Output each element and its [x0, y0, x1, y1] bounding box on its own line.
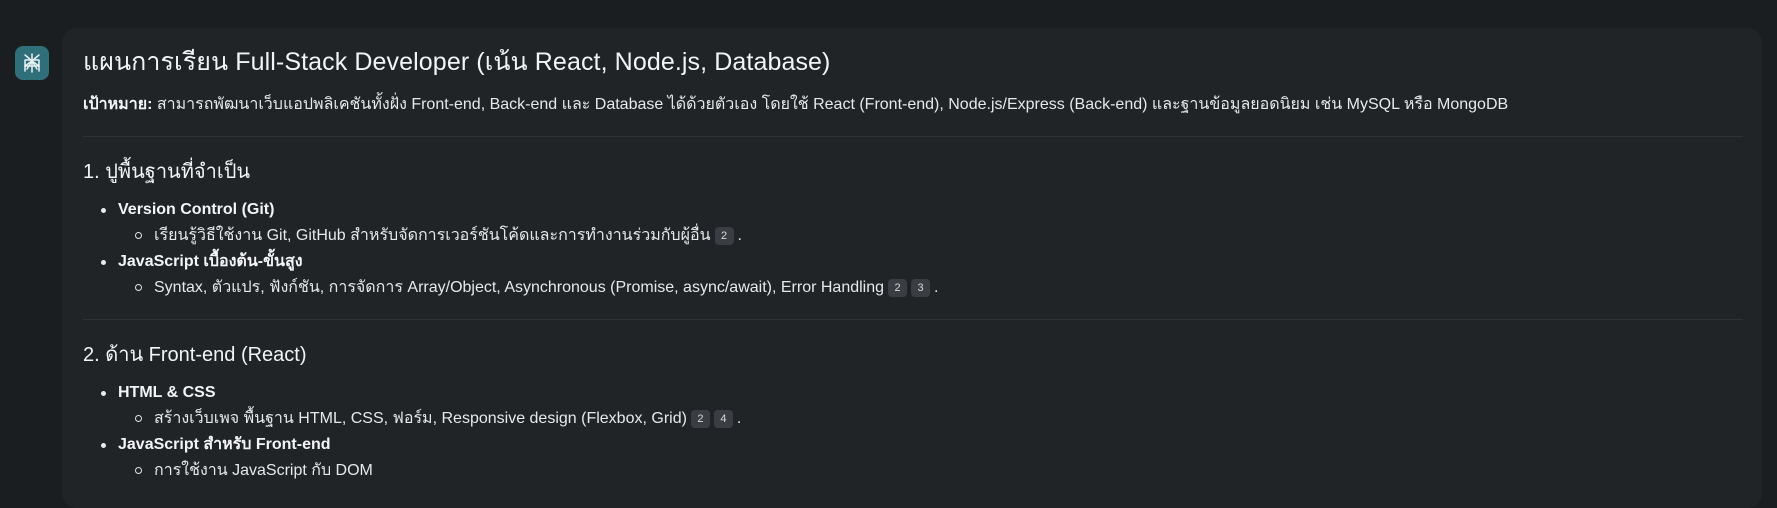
sub-list-item: Syntax, ตัวแปร, ฟังก์ชัน, การจัดการ Arra… [118, 275, 1743, 301]
sub-list-item-text: Syntax, ตัวแปร, ฟังก์ชัน, การจัดการ Arra… [154, 279, 885, 296]
sub-list-item: สร้างเว็บเพจ พื้นฐาน HTML, CSS, ฟอร์ม, R… [118, 406, 1743, 432]
list-item: Version Control (Git) เรียนรู้วิธีใช้งาน… [83, 197, 1743, 249]
citation-badge[interactable]: 2 [714, 227, 734, 245]
section-list: HTML & CSS สร้างเว็บเพจ พื้นฐาน HTML, CS… [83, 380, 1743, 484]
sub-list-item-text: เรียนรู้วิธีใช้งาน Git, GitHub สำหรับจัด… [154, 227, 711, 244]
sub-list-item: เรียนรู้วิธีใช้งาน Git, GitHub สำหรับจัด… [118, 223, 1743, 249]
list-item-label: JavaScript เบื้องต้น-ขั้นสูง [118, 253, 303, 270]
sentence-period: . [737, 227, 742, 244]
section-list: Version Control (Git) เรียนรู้วิธีใช้งาน… [83, 197, 1743, 301]
list-item: HTML & CSS สร้างเว็บเพจ พื้นฐาน HTML, CS… [83, 380, 1743, 432]
sub-list: สร้างเว็บเพจ พื้นฐาน HTML, CSS, ฟอร์ม, R… [118, 406, 1743, 432]
answer-title: แผนการเรียน Full-Stack Developer (เน้น R… [83, 48, 831, 76]
list-item: JavaScript เบื้องต้น-ขั้นสูง Syntax, ตัว… [83, 249, 1743, 301]
perplexity-logo-icon [24, 53, 40, 73]
sub-list-item-text: การใช้งาน JavaScript กับ DOM [154, 462, 373, 479]
goal-label: เป้าหมาย: [83, 96, 153, 113]
list-item-label: JavaScript สำหรับ Front-end [118, 436, 331, 453]
list-item-label: Version Control (Git) [118, 201, 275, 218]
assistant-avatar [15, 46, 49, 80]
sentence-period: . [934, 279, 939, 296]
citation-badge[interactable]: 3 [911, 279, 931, 297]
section-heading: 2. ด้าน Front-end (React) [83, 344, 307, 366]
section-heading: 1. ปูพื้นฐานที่จำเป็น [83, 161, 251, 183]
sub-list: การใช้งาน JavaScript กับ DOM [118, 458, 1743, 484]
sub-list: เรียนรู้วิธีใช้งาน Git, GitHub สำหรับจัด… [118, 223, 1743, 249]
sentence-period: . [736, 410, 742, 427]
goal-paragraph: เป้าหมาย: สามารถพัฒนาเว็บแอปพลิเคชันทั้ง… [83, 92, 1743, 118]
answer-content: แผนการเรียน Full-Stack Developer (เน้น R… [83, 44, 1743, 484]
citation-badge[interactable]: 2 [690, 410, 710, 428]
sub-list-item: การใช้งาน JavaScript กับ DOM [118, 458, 1743, 484]
sub-list-item-text: สร้างเว็บเพจ พื้นฐาน HTML, CSS, ฟอร์ม, R… [154, 410, 687, 427]
list-item: JavaScript สำหรับ Front-end การใช้งาน Ja… [83, 432, 1743, 484]
left-rail [0, 0, 60, 491]
sub-list: Syntax, ตัวแปร, ฟังก์ชัน, การจัดการ Arra… [118, 275, 1743, 301]
citation-badge[interactable]: 2 [888, 279, 908, 297]
section-divider [83, 319, 1743, 320]
citation-badge[interactable]: 4 [713, 410, 733, 428]
goal-text: สามารถพัฒนาเว็บแอปพลิเคชันทั้งฝั่ง Front… [156, 96, 1509, 113]
list-item-label: HTML & CSS [118, 384, 216, 401]
section-divider [83, 136, 1743, 137]
